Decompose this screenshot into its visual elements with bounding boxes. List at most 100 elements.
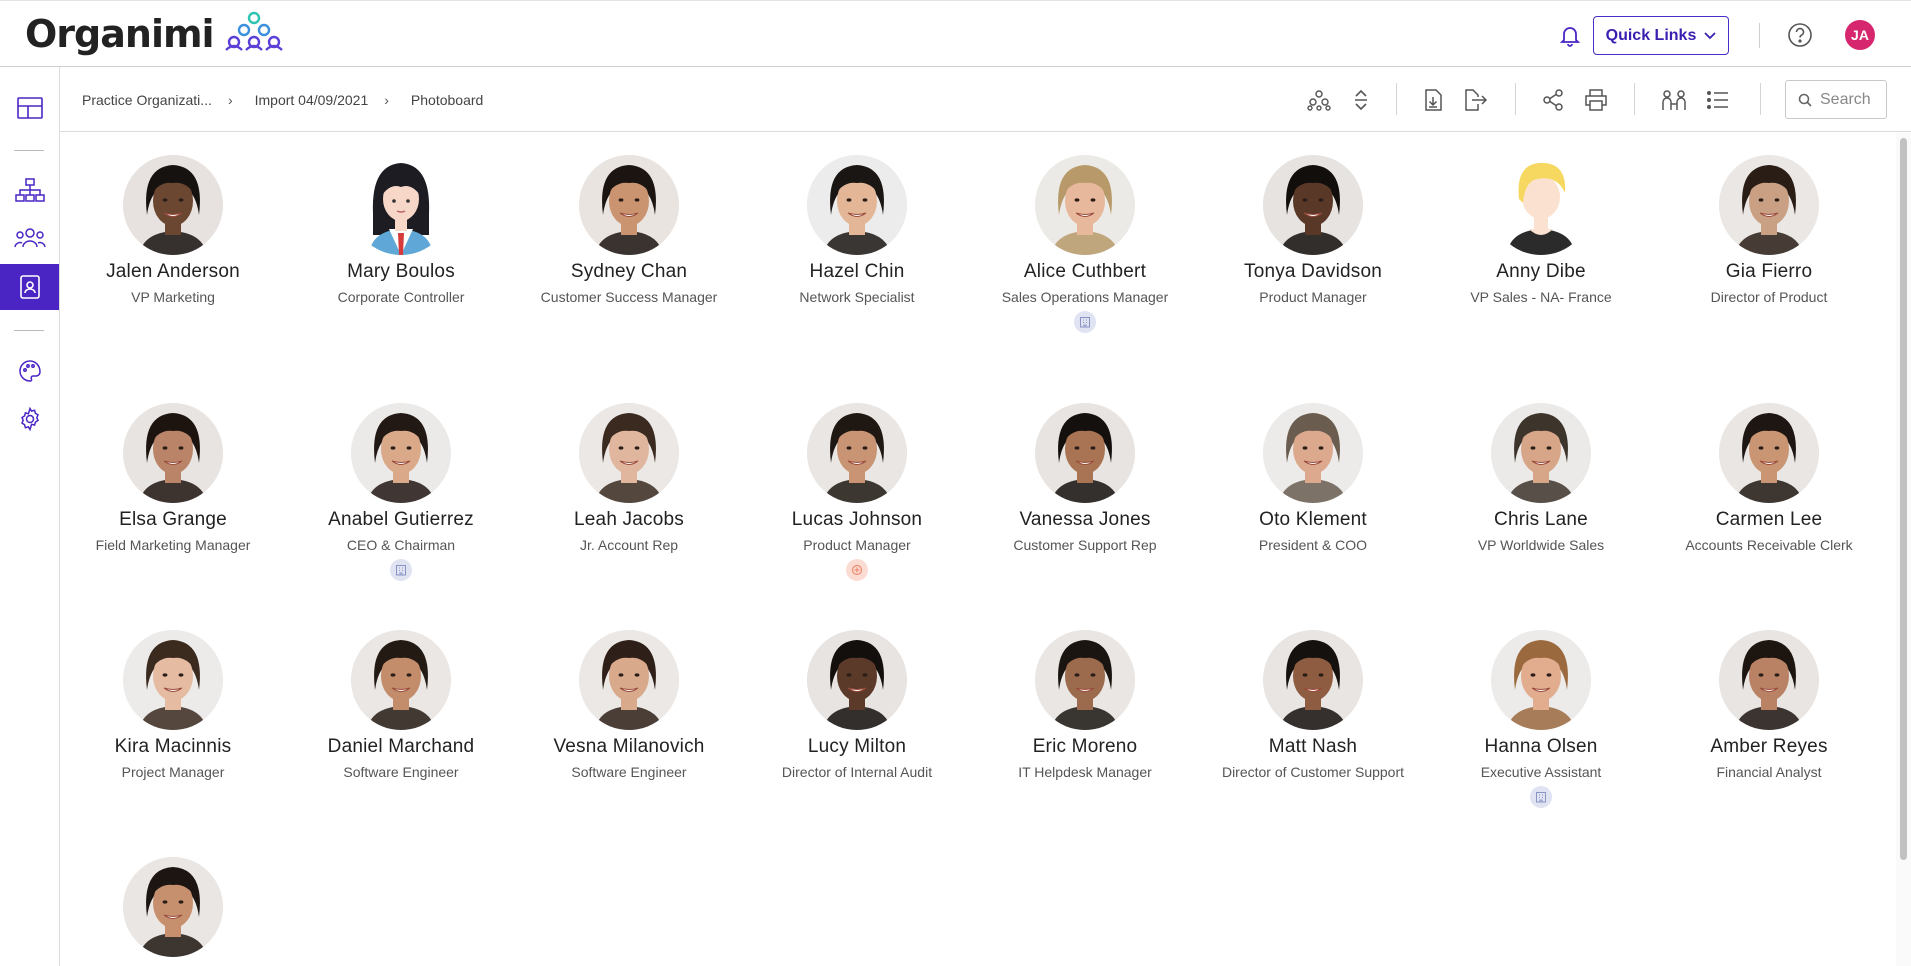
person-photo[interactable]	[1491, 155, 1591, 255]
import-button[interactable]	[1420, 87, 1446, 113]
nav-settings[interactable]	[0, 396, 59, 442]
person-photo[interactable]	[1035, 630, 1135, 730]
nav-dashboard[interactable]	[0, 85, 59, 131]
person-name[interactable]: Leah Jacobs	[515, 509, 743, 531]
person-name[interactable]: Lucas Johnson	[743, 509, 971, 531]
person-photo[interactable]	[807, 403, 907, 503]
person-photo[interactable]	[579, 630, 679, 730]
person-photo[interactable]	[579, 403, 679, 503]
person-name[interactable]: Sydney Chan	[515, 261, 743, 283]
person-photo[interactable]	[351, 630, 451, 730]
person-photo[interactable]	[123, 630, 223, 730]
export-button[interactable]	[1463, 87, 1489, 113]
breadcrumb-import[interactable]: Import 04/09/2021	[255, 92, 369, 108]
role-view-button[interactable]	[1661, 87, 1687, 113]
role-badge-icon[interactable]	[846, 559, 868, 581]
person-photo[interactable]	[1491, 630, 1591, 730]
person-name[interactable]: Elsa Grange	[60, 509, 287, 531]
person-photo[interactable]	[1719, 155, 1819, 255]
person-card[interactable]: Jalen Anderson VP Marketing	[60, 155, 287, 307]
person-photo[interactable]	[1263, 403, 1363, 503]
person-photo[interactable]	[1035, 403, 1135, 503]
person-name[interactable]: Vesna Milanovich	[515, 736, 743, 758]
search-box[interactable]: Search	[1785, 80, 1887, 119]
person-name[interactable]: Tonya Davidson	[1199, 261, 1427, 283]
person-card[interactable]: Daniel Marchand Software Engineer	[287, 630, 515, 782]
person-name[interactable]: Anny Dibe	[1427, 261, 1655, 283]
person-card[interactable]: Vanessa Jones Customer Support Rep	[971, 403, 1199, 555]
person-card[interactable]: Amber Reyes Financial Analyst	[1655, 630, 1883, 782]
print-button[interactable]	[1583, 87, 1609, 113]
breadcrumb-organization[interactable]: Practice Organizati...	[82, 92, 212, 108]
person-card[interactable]: Sydney Chan Customer Success Manager	[515, 155, 743, 307]
person-name[interactable]: Kira Macinnis	[60, 736, 287, 758]
person-card[interactable]: Hanna Olsen Executive Assistant	[1427, 630, 1655, 808]
person-photo[interactable]	[351, 403, 451, 503]
person-name[interactable]: Hazel Chin	[743, 261, 971, 283]
person-name[interactable]: Amber Reyes	[1655, 736, 1883, 758]
expand-collapse-button[interactable]	[1348, 87, 1374, 113]
nav-photoboard[interactable]	[0, 264, 59, 310]
person-card[interactable]: Chris Lane VP Worldwide Sales	[1427, 403, 1655, 555]
person-name[interactable]: Vanessa Jones	[971, 509, 1199, 531]
person-name[interactable]: Carmen Lee	[1655, 509, 1883, 531]
person-name[interactable]: Eric Moreno	[971, 736, 1199, 758]
person-photo[interactable]	[1263, 155, 1363, 255]
person-card[interactable]: Tonya Davidson Product Manager	[1199, 155, 1427, 307]
person-card[interactable]	[60, 857, 287, 957]
person-card[interactable]: Hazel Chin Network Specialist	[743, 155, 971, 307]
person-name[interactable]: Alice Cuthbert	[971, 261, 1199, 283]
person-card[interactable]: Carmen Lee Accounts Receivable Clerk	[1655, 403, 1883, 555]
nav-org-chart[interactable]	[0, 167, 59, 213]
user-avatar[interactable]: JA	[1845, 20, 1875, 50]
help-icon[interactable]	[1787, 22, 1813, 48]
person-photo[interactable]	[1035, 155, 1135, 255]
person-card[interactable]: Kira Macinnis Project Manager	[60, 630, 287, 782]
nav-people[interactable]	[0, 215, 59, 261]
person-photo[interactable]	[123, 403, 223, 503]
person-name[interactable]: Mary Boulos	[287, 261, 515, 283]
person-card[interactable]: Alice Cuthbert Sales Operations Manager	[971, 155, 1199, 333]
person-name[interactable]: Hanna Olsen	[1427, 736, 1655, 758]
person-card[interactable]: Anabel Gutierrez CEO & Chairman	[287, 403, 515, 581]
person-card[interactable]: Elsa Grange Field Marketing Manager	[60, 403, 287, 555]
person-photo[interactable]	[351, 155, 451, 255]
nav-themes[interactable]	[0, 348, 59, 394]
person-photo[interactable]	[1719, 403, 1819, 503]
person-card[interactable]: Gia Fierro Director of Product	[1655, 155, 1883, 307]
person-photo[interactable]	[579, 155, 679, 255]
building-badge-icon[interactable]	[390, 559, 412, 581]
organimi-logo[interactable]: Organimi	[25, 9, 286, 59]
scrollbar-thumb[interactable]	[1900, 138, 1907, 860]
person-photo[interactable]	[123, 155, 223, 255]
person-name[interactable]: Gia Fierro	[1655, 261, 1883, 283]
person-card[interactable]: Matt Nash Director of Customer Support	[1199, 630, 1427, 782]
person-card[interactable]: Anny Dibe VP Sales - NA- France	[1427, 155, 1655, 307]
person-card[interactable]: Leah Jacobs Jr. Account Rep	[515, 403, 743, 555]
notification-bell-icon[interactable]	[1558, 23, 1582, 47]
building-badge-icon[interactable]	[1074, 311, 1096, 333]
person-name[interactable]: Matt Nash	[1199, 736, 1427, 758]
person-photo[interactable]	[807, 155, 907, 255]
person-photo[interactable]	[1263, 630, 1363, 730]
person-card[interactable]: Lucas Johnson Product Manager	[743, 403, 971, 581]
person-name[interactable]: Oto Klement	[1199, 509, 1427, 531]
share-button[interactable]	[1540, 87, 1566, 113]
person-photo[interactable]	[807, 630, 907, 730]
list-view-button[interactable]	[1705, 87, 1731, 113]
person-name[interactable]: Chris Lane	[1427, 509, 1655, 531]
person-card[interactable]: Eric Moreno IT Helpdesk Manager	[971, 630, 1199, 782]
chart-view-button[interactable]	[1306, 87, 1332, 113]
person-card[interactable]: Mary Boulos Corporate Controller	[287, 155, 515, 307]
person-name[interactable]: Daniel Marchand	[287, 736, 515, 758]
person-card[interactable]: Oto Klement President & COO	[1199, 403, 1427, 555]
building-badge-icon[interactable]	[1530, 786, 1552, 808]
person-name[interactable]: Jalen Anderson	[60, 261, 287, 283]
person-name[interactable]: Anabel Gutierrez	[287, 509, 515, 531]
person-photo[interactable]	[1719, 630, 1819, 730]
person-photo[interactable]	[123, 857, 223, 957]
person-card[interactable]: Lucy Milton Director of Internal Audit	[743, 630, 971, 782]
person-photo[interactable]	[1491, 403, 1591, 503]
person-name[interactable]: Lucy Milton	[743, 736, 971, 758]
quick-links-button[interactable]: Quick Links	[1593, 16, 1729, 55]
